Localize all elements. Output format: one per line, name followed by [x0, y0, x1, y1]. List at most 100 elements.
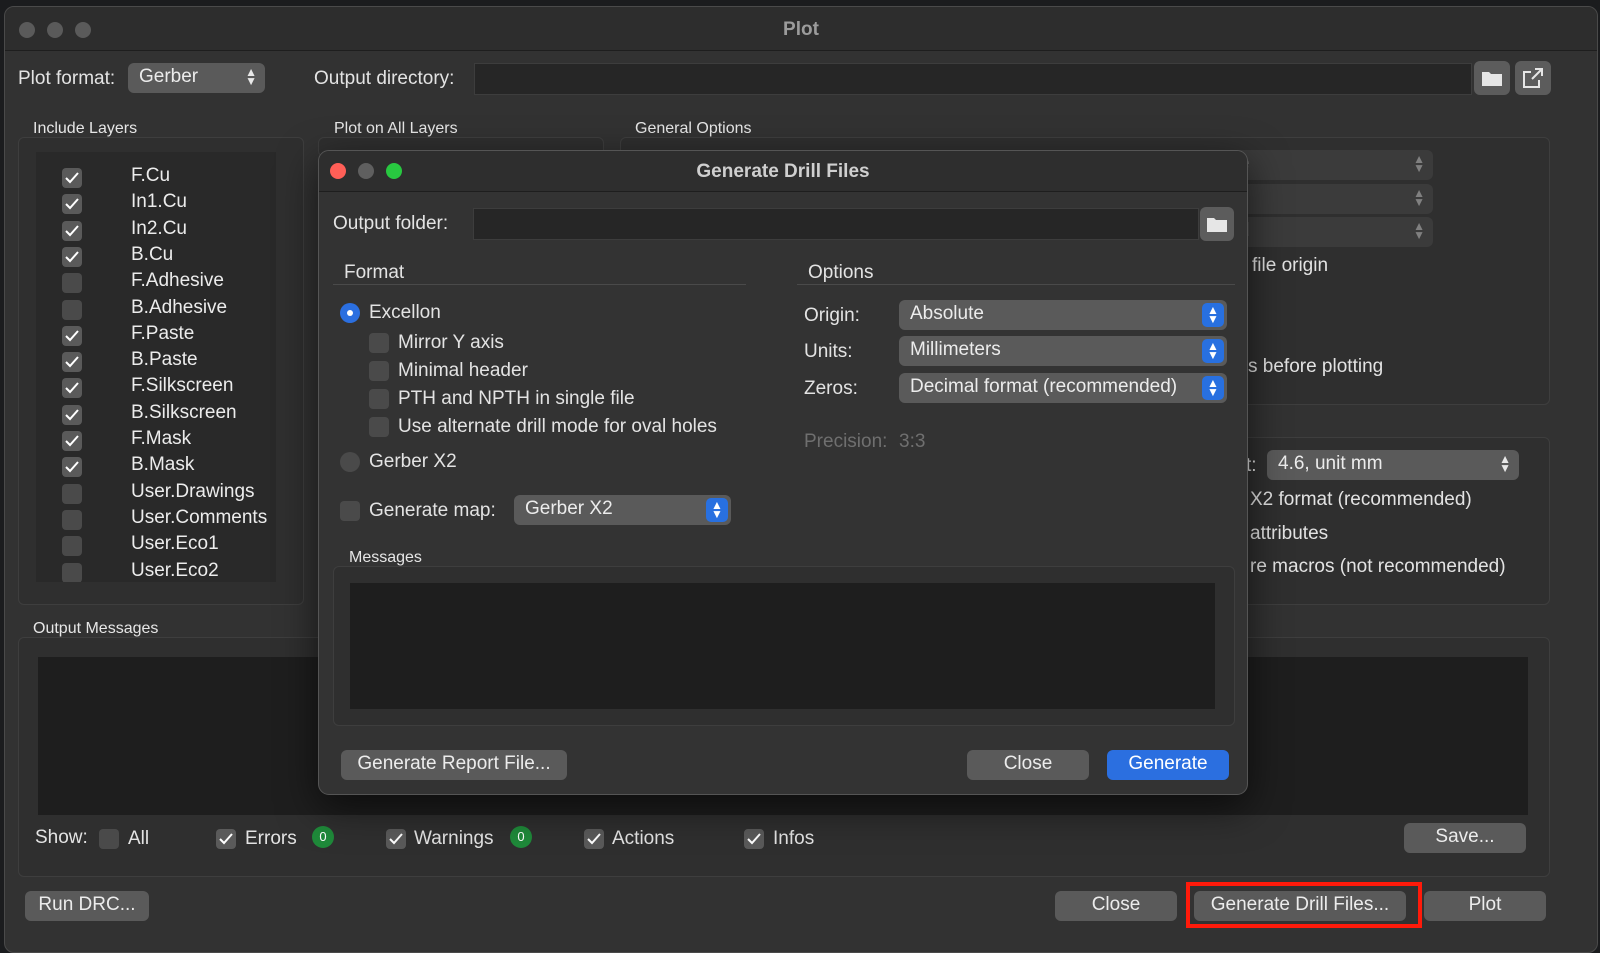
- excellon-radio[interactable]: [340, 303, 360, 323]
- format-title: Format: [344, 262, 405, 283]
- layer-row[interactable]: F.Adhesive: [36, 269, 276, 295]
- pth-npth-single-file-checkbox[interactable]: [369, 389, 389, 409]
- filter-all-label: All: [128, 828, 150, 849]
- pth-npth-single-file-label: PTH and NPTH in single file: [398, 388, 635, 409]
- alternate-drill-mode-checkbox[interactable]: [369, 417, 389, 437]
- close-plot-button[interactable]: Close: [1055, 891, 1177, 921]
- layer-list: F.Cu In1.Cu In2.Cu B.Cu F.Adhesive B.Adhesive…: [36, 152, 276, 582]
- layer-row[interactable]: F.Cu: [36, 164, 276, 190]
- output-messages-title: Output Messages: [33, 620, 159, 637]
- dialog-close-button[interactable]: Close: [967, 750, 1089, 780]
- zeros-label: Zeros:: [804, 378, 858, 399]
- options-separator: [797, 284, 1235, 285]
- layer-checkbox[interactable]: [62, 168, 82, 188]
- filter-infos-label: Infos: [773, 828, 815, 849]
- layer-row[interactable]: B.Paste: [36, 348, 276, 374]
- layer-checkbox[interactable]: [62, 536, 82, 557]
- filter-warnings-checkbox[interactable]: [386, 829, 406, 849]
- layer-row[interactable]: In2.Cu: [36, 217, 276, 243]
- layer-row[interactable]: B.Cu: [36, 243, 276, 269]
- units-select[interactable]: Millimeters ▲ ▼: [899, 336, 1227, 366]
- layer-row[interactable]: B.Adhesive: [36, 296, 276, 322]
- open-directory-button[interactable]: [1515, 61, 1551, 95]
- output-directory-input[interactable]: [474, 63, 1472, 95]
- layer-row[interactable]: User.Eco2: [36, 559, 276, 582]
- layer-row[interactable]: F.Silkscreen: [36, 374, 276, 400]
- window-title: Plot: [783, 19, 819, 40]
- layer-checkbox[interactable]: [62, 483, 82, 504]
- layer-row[interactable]: In1.Cu: [36, 190, 276, 216]
- layer-checkbox[interactable]: [62, 194, 82, 215]
- coordinate-format-value: 4.6, unit mm: [1278, 453, 1383, 474]
- generate-map-checkbox[interactable]: [340, 501, 360, 521]
- mirror-y-label: Mirror Y axis: [398, 332, 504, 353]
- layer-checkbox[interactable]: [62, 509, 82, 530]
- generate-report-file-button[interactable]: Generate Report File...: [341, 750, 567, 780]
- general-select-2[interactable]: ▲ ▼: [1228, 184, 1433, 214]
- layer-name: User.Drawings: [131, 480, 255, 502]
- filter-actions-label: Actions: [612, 828, 675, 849]
- filter-actions-checkbox[interactable]: [584, 829, 604, 849]
- dialog-titlebar: Generate Drill Files: [319, 151, 1247, 192]
- general-select-1[interactable]: e ▲▼: [1228, 150, 1433, 180]
- layer-row[interactable]: User.Drawings: [36, 480, 276, 506]
- minimal-header-checkbox[interactable]: [369, 361, 389, 381]
- layer-checkbox[interactable]: [62, 325, 82, 346]
- layer-name: User.Comments: [131, 506, 268, 528]
- mirror-y-checkbox[interactable]: [369, 333, 389, 353]
- origin-label: Origin:: [804, 305, 860, 326]
- browse-output-folder-button[interactable]: [1200, 207, 1234, 241]
- plot-format-select[interactable]: Gerber ▲ ▼: [128, 63, 265, 93]
- coordinate-format-select[interactable]: 4.6, unit mm ▲ ▼: [1267, 450, 1519, 480]
- map-format-value: Gerber X2: [525, 498, 613, 519]
- precision-value: 3:3: [899, 431, 926, 452]
- updown-chevron-icon: ▲ ▼: [1413, 152, 1425, 175]
- precision-label: Precision:: [804, 431, 888, 452]
- run-drc-button[interactable]: Run DRC...: [25, 891, 149, 921]
- output-folder-label: Output folder:: [333, 213, 449, 234]
- layer-row[interactable]: B.Mask: [36, 453, 276, 479]
- layer-checkbox[interactable]: [62, 299, 82, 320]
- format-separator: [333, 284, 746, 285]
- file-origin-text: file origin: [1252, 255, 1329, 276]
- layer-name: User.Eco1: [131, 533, 219, 555]
- minimal-header-label: Minimal header: [398, 360, 528, 381]
- layer-checkbox[interactable]: [62, 404, 82, 425]
- generate-button[interactable]: Generate: [1107, 750, 1229, 780]
- layer-row[interactable]: F.Mask: [36, 427, 276, 453]
- layer-checkbox[interactable]: [62, 457, 82, 478]
- layer-row[interactable]: B.Silkscreen: [36, 401, 276, 427]
- general-select-3[interactable]: d ▲▼: [1228, 217, 1433, 247]
- layer-checkbox[interactable]: [62, 352, 82, 373]
- layer-checkbox[interactable]: [62, 246, 82, 267]
- save-messages-button[interactable]: Save...: [1404, 823, 1526, 853]
- updown-chevron-icon: ▲ ▼: [1413, 186, 1425, 209]
- layer-checkbox[interactable]: [62, 220, 82, 241]
- output-folder-input[interactable]: [473, 208, 1199, 240]
- general-options-title: General Options: [635, 120, 752, 137]
- map-format-select[interactable]: Gerber X2 ▲ ▼: [514, 495, 731, 525]
- layer-checkbox[interactable]: [62, 562, 82, 582]
- layer-checkbox[interactable]: [62, 273, 82, 294]
- filter-infos-checkbox[interactable]: [744, 829, 764, 849]
- x2-format-text: X2 format (recommended): [1250, 489, 1472, 510]
- layer-row[interactable]: User.Eco1: [36, 532, 276, 558]
- layer-row[interactable]: F.Paste: [36, 322, 276, 348]
- generate-drill-files-dialog: Generate Drill Files Output folder: Form…: [318, 150, 1248, 795]
- filter-errors-checkbox[interactable]: [216, 829, 236, 849]
- layer-name: B.Mask: [131, 454, 195, 476]
- layer-checkbox[interactable]: [62, 378, 82, 399]
- origin-value: Absolute: [910, 303, 984, 324]
- browse-folder-button[interactable]: [1474, 61, 1510, 95]
- layer-checkbox[interactable]: [62, 431, 82, 451]
- zeros-select[interactable]: Decimal format (recommended) ▲ ▼: [899, 373, 1227, 403]
- origin-select[interactable]: Absolute ▲ ▼: [899, 300, 1227, 330]
- layer-name: F.Mask: [131, 428, 192, 449]
- macros-text: re macros (not recommended): [1250, 556, 1506, 577]
- updown-chevron-icon: ▲ ▼: [245, 65, 257, 88]
- plot-button[interactable]: Plot: [1424, 891, 1546, 921]
- gerber-x2-radio[interactable]: [340, 452, 360, 472]
- filter-all-checkbox[interactable]: [99, 829, 119, 849]
- filter-errors-label: Errors: [245, 828, 297, 849]
- layer-row[interactable]: User.Comments: [36, 506, 276, 532]
